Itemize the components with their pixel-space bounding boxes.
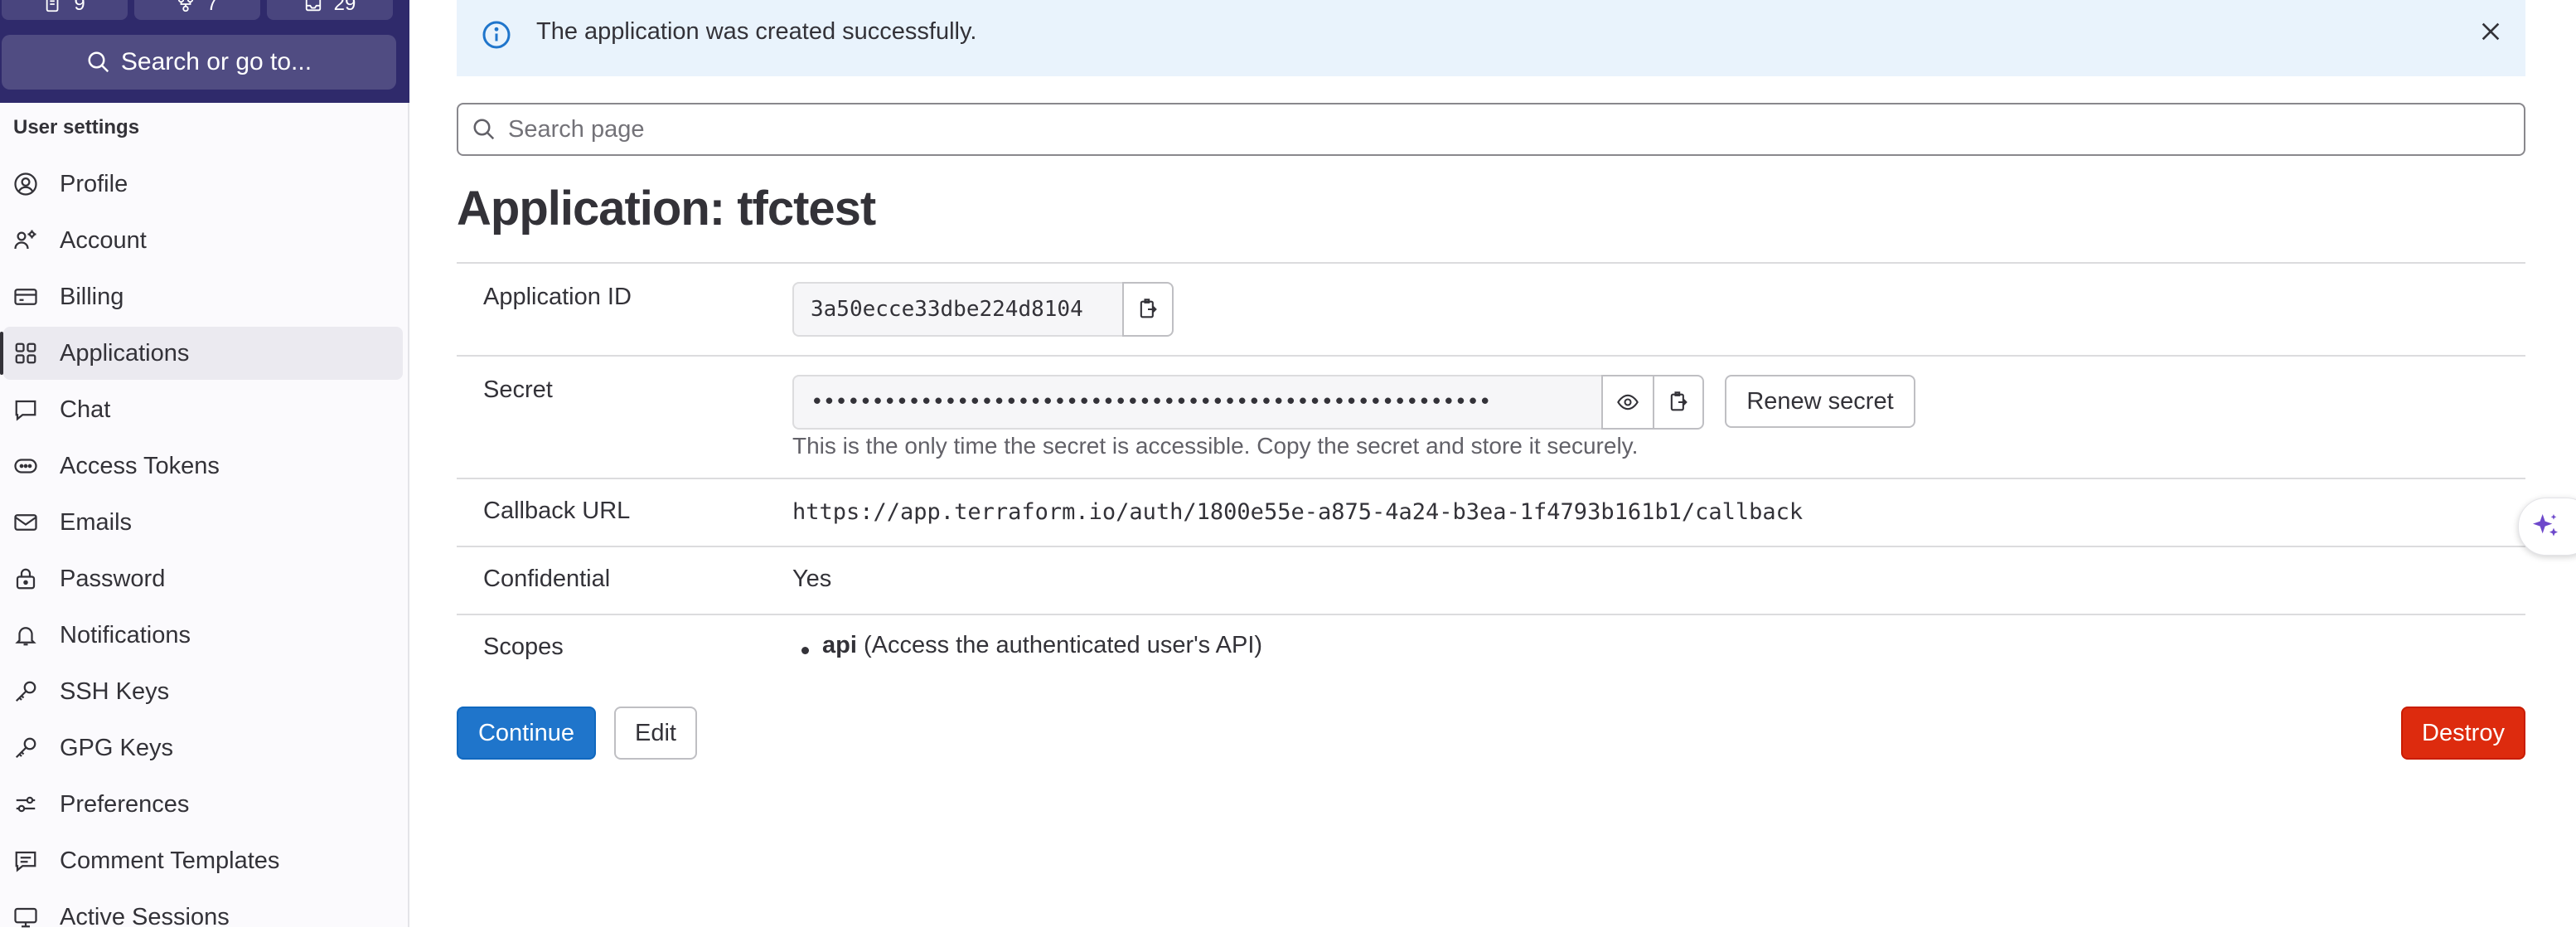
token-icon bbox=[14, 459, 37, 474]
application-id-row: Application ID 3a50ecce33dbe224d8104 bbox=[457, 262, 2525, 355]
sidebar-item-account[interactable]: Account bbox=[3, 214, 403, 267]
profile-icon bbox=[14, 172, 37, 196]
lock-icon bbox=[16, 568, 36, 590]
sidebar-item-label: Applications bbox=[60, 339, 190, 367]
sidebar-item-profile[interactable]: Profile bbox=[3, 158, 403, 211]
sidebar-item-applications[interactable]: Applications bbox=[0, 327, 403, 380]
sidebar-item-active-sessions[interactable]: Active Sessions bbox=[3, 891, 403, 944]
applications-icon bbox=[15, 342, 36, 364]
scope-description: (Access the authenticated user's API) bbox=[863, 632, 1263, 658]
billing-icon bbox=[14, 289, 37, 305]
sidebar-item-notifications[interactable]: Notifications bbox=[3, 609, 403, 662]
merge-request-icon bbox=[46, 0, 59, 12]
issues-count: 7 bbox=[206, 0, 218, 15]
confidential-label: Confidential bbox=[483, 566, 611, 592]
scope-bullet bbox=[801, 647, 809, 654]
callback-url-label: Callback URL bbox=[483, 498, 631, 524]
chat-icon bbox=[15, 400, 36, 421]
copy-secret-button[interactable] bbox=[1653, 375, 1704, 430]
destroy-button[interactable]: Destroy bbox=[2401, 707, 2525, 760]
close-icon[interactable] bbox=[2477, 18, 2504, 45]
secret-field[interactable]: ••••••••••••••••••••••••••••••••••••••••… bbox=[792, 375, 1601, 430]
sidebar-item-chat[interactable]: Chat bbox=[3, 383, 403, 436]
sidebar-nav: Profile Account Billing Applications Cha… bbox=[0, 158, 409, 947]
sidebar-item-label: Account bbox=[60, 226, 147, 254]
search-icon bbox=[88, 51, 109, 73]
sidebar-item-label: Profile bbox=[60, 170, 128, 197]
sidebar-item-label: SSH Keys bbox=[60, 677, 170, 705]
comment-icon bbox=[15, 851, 36, 872]
key-icon bbox=[15, 737, 36, 759]
todo-icon bbox=[305, 0, 321, 12]
sidebar-item-label: Emails bbox=[60, 508, 133, 536]
account-icon bbox=[14, 230, 36, 250]
todo-counter[interactable]: 29 bbox=[267, 0, 393, 20]
sidebar-item-emails[interactable]: Emails bbox=[3, 496, 403, 549]
merge-requests-counter[interactable]: 9 bbox=[2, 0, 128, 20]
sidebar-item-label: Access Tokens bbox=[60, 452, 220, 479]
alert-message: The application was created successfully… bbox=[536, 18, 977, 45]
sidebar-item-label: Billing bbox=[60, 283, 124, 310]
confidential-row: Confidential Yes bbox=[457, 546, 2525, 614]
eye-icon bbox=[1617, 394, 1639, 410]
issues-counter[interactable]: 7 bbox=[134, 0, 260, 20]
sidebar-item-billing[interactable]: Billing bbox=[3, 270, 403, 323]
info-icon bbox=[482, 21, 511, 49]
secret-help-text: This is the only time the secret is acce… bbox=[792, 433, 1639, 459]
issues-icon bbox=[178, 0, 194, 12]
scope-item: api (Access the authenticated user's API… bbox=[822, 632, 1262, 659]
sidebar-section-title: User settings bbox=[13, 116, 140, 138]
scope-name: api bbox=[822, 632, 857, 658]
sidebar-item-preferences[interactable]: Preferences bbox=[3, 778, 403, 831]
search-input[interactable] bbox=[506, 114, 2524, 144]
page-search bbox=[457, 103, 2525, 156]
merge-requests-count: 9 bbox=[74, 0, 85, 15]
scopes-row: Scopes api (Access the authenticated use… bbox=[457, 614, 2525, 682]
callback-url-row: Callback URL https://app.terraform.io/au… bbox=[457, 478, 2525, 546]
sidebar-item-label: Chat bbox=[60, 396, 111, 423]
sparkle-icon bbox=[2533, 514, 2558, 537]
sidebar-item-comment-templates[interactable]: Comment Templates bbox=[3, 834, 403, 887]
continue-button[interactable]: Continue bbox=[457, 707, 596, 760]
monitor-icon bbox=[14, 907, 37, 928]
scopes-label: Scopes bbox=[483, 634, 564, 660]
sidebar: 9 7 29 Search or go to... User settings … bbox=[0, 0, 409, 930]
copy-application-id-button[interactable] bbox=[1122, 282, 1174, 337]
clipboard-icon bbox=[1140, 299, 1157, 318]
sidebar-item-label: Preferences bbox=[60, 790, 190, 818]
bell-icon bbox=[15, 627, 36, 646]
sidebar-item-access-tokens[interactable]: Access Tokens bbox=[3, 440, 403, 493]
duo-chat-button[interactable] bbox=[2518, 498, 2576, 556]
preferences-icon bbox=[16, 796, 36, 813]
application-id-input-group: 3a50ecce33dbe224d8104 bbox=[792, 282, 1174, 337]
clipboard-icon bbox=[1670, 391, 1687, 411]
search-icon bbox=[473, 119, 495, 140]
secret-row: Secret •••••••••••••••••••••••••••••••••… bbox=[457, 355, 2525, 478]
mail-icon bbox=[14, 514, 37, 531]
toggle-secret-visibility-button[interactable] bbox=[1601, 375, 1653, 430]
sidebar-item-ssh-keys[interactable]: SSH Keys bbox=[3, 665, 403, 718]
sidebar-item-label: Notifications bbox=[60, 621, 191, 648]
global-search-button[interactable]: Search or go to... bbox=[2, 35, 396, 90]
sidebar-header: 9 7 29 Search or go to... bbox=[0, 0, 409, 103]
sidebar-item-label: GPG Keys bbox=[60, 734, 173, 761]
sidebar-item-label: Comment Templates bbox=[60, 847, 280, 874]
application-id-field[interactable]: 3a50ecce33dbe224d8104 bbox=[792, 282, 1122, 337]
callback-url-value: https://app.terraform.io/auth/1800e55e-a… bbox=[792, 499, 1804, 525]
sidebar-item-gpg-keys[interactable]: GPG Keys bbox=[3, 721, 403, 775]
todo-count: 29 bbox=[333, 0, 356, 15]
global-search-label: Search or go to... bbox=[120, 48, 312, 75]
sidebar-item-label: Password bbox=[60, 565, 166, 592]
secret-input-group: ••••••••••••••••••••••••••••••••••••••••… bbox=[792, 375, 1704, 430]
page-title: Application: tfctest bbox=[457, 182, 876, 236]
success-alert: The application was created successfully… bbox=[457, 0, 2525, 76]
key-icon bbox=[15, 681, 36, 702]
confidential-value: Yes bbox=[792, 566, 832, 592]
renew-secret-button[interactable]: Renew secret bbox=[1725, 375, 1915, 428]
application-id-label: Application ID bbox=[483, 284, 632, 310]
secret-label: Secret bbox=[483, 376, 553, 403]
edit-button[interactable]: Edit bbox=[614, 707, 697, 760]
sidebar-item-password[interactable]: Password bbox=[3, 552, 403, 605]
